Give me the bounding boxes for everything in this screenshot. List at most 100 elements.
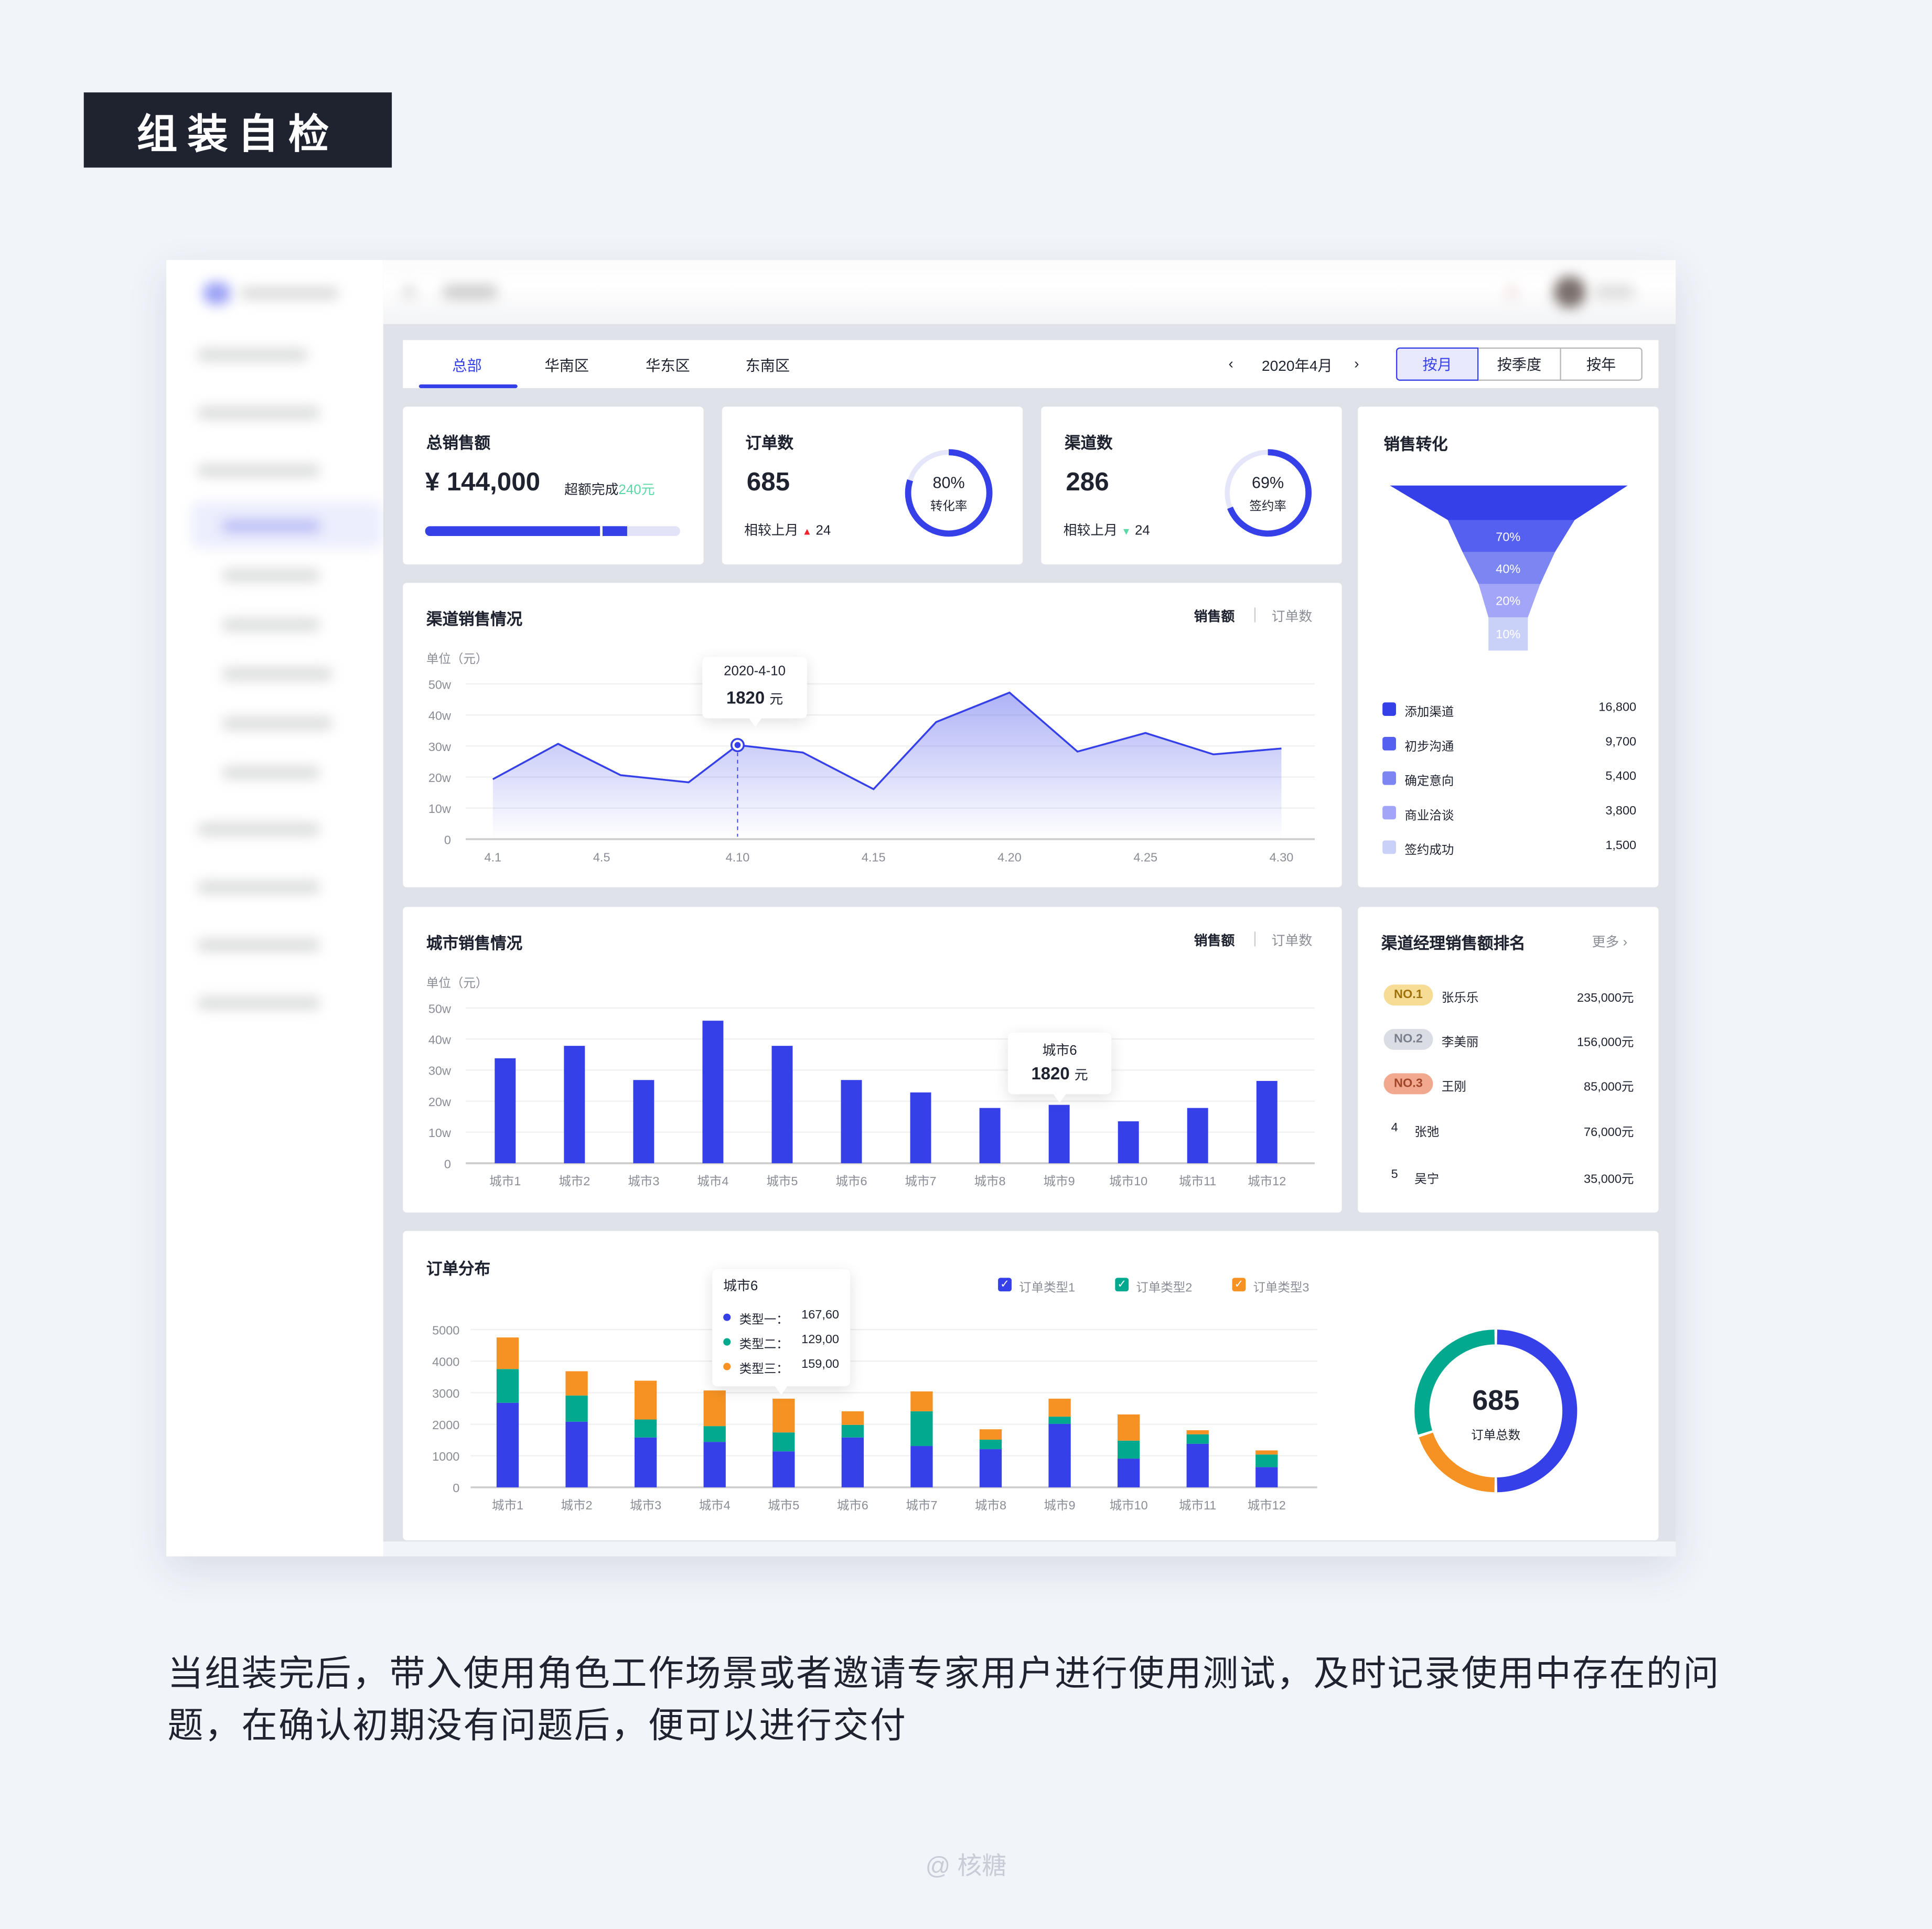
- tab-hq[interactable]: 总部: [452, 355, 481, 376]
- sidebar-item[interactable]: [221, 618, 320, 631]
- sidebar-item[interactable]: [221, 668, 333, 680]
- stacked-bar-segment: [703, 1426, 726, 1442]
- stacked-bar-segment: [1255, 1454, 1278, 1467]
- x-tick-label: 4.20: [997, 850, 1022, 864]
- x-tick-label: 城市4: [697, 1174, 728, 1188]
- city-sales-card: 城市销售情况 销售额 订单数 单位（元） 0 10w 20w 30w 40w 50w 城市1…: [403, 907, 1342, 1213]
- x-tick-label: 城市11: [1179, 1174, 1216, 1188]
- x-tick-label: 城市9: [1044, 1498, 1076, 1512]
- sidebar-item[interactable]: [197, 348, 308, 361]
- x-tick-label: 城市6: [835, 1174, 867, 1188]
- tooltip-row-label: 类型二：: [739, 1338, 789, 1352]
- y-tick-label: 10w: [428, 802, 452, 816]
- tab-active-indicator: [418, 384, 518, 389]
- date-label: 2020年4月: [1261, 357, 1333, 375]
- sidebar-item[interactable]: [197, 464, 320, 477]
- avatar[interactable]: [1553, 276, 1586, 308]
- ring-value: 80%: [932, 473, 965, 492]
- kpi-compare: 相较上月 ▲ 24: [744, 520, 831, 540]
- legend-swatch: [1382, 840, 1396, 854]
- donut-total: 685: [1472, 1384, 1520, 1416]
- logo-icon: [203, 282, 231, 305]
- stacked-bar-segment: [910, 1391, 933, 1411]
- kpi-total-sales: 总销售额 ¥ 144,000 超额完成240元: [403, 406, 704, 565]
- bar: [495, 1058, 516, 1163]
- sidebar-item[interactable]: [221, 520, 320, 532]
- y-tick-label: 1000: [432, 1450, 459, 1463]
- x-tick-label: 城市2: [559, 1174, 590, 1188]
- signing-ring: [1224, 449, 1312, 537]
- period-quarter-button[interactable]: 按季度: [1478, 347, 1561, 381]
- y-tick-label: 30w: [428, 1064, 452, 1078]
- stacked-bar-segment: [841, 1424, 864, 1438]
- x-tick-label: 城市8: [975, 1498, 1006, 1512]
- y-tick-label: 2000: [432, 1418, 459, 1432]
- bar: [1187, 1108, 1208, 1163]
- sidebar-item[interactable]: [221, 766, 320, 779]
- tab-southeast[interactable]: 东南区: [745, 355, 790, 376]
- rank-amount: 35,000元: [1584, 1173, 1634, 1187]
- x-tick-label: 城市7: [905, 1174, 937, 1188]
- ring-label: 签约率: [1249, 500, 1286, 514]
- notification-icon[interactable]: [1507, 284, 1517, 299]
- kpi-title: 渠道数: [1064, 434, 1113, 453]
- period-year-button[interactable]: 按年: [1560, 347, 1643, 381]
- page: 组装自检 总部 华南区 华东区 东南区 ‹ 2020年4月 › 按月 按季度 按…: [0, 0, 1932, 1928]
- user-name: [1593, 284, 1635, 299]
- channel-sales-card: 渠道销售情况 销售额 订单数 单位（元） 0 10w 20w 30w 40w 50w 4.1…: [403, 583, 1342, 887]
- x-tick-label: 4.5: [593, 850, 610, 864]
- more-link[interactable]: 更多 ›: [1592, 931, 1628, 951]
- tooltip-number: 1820: [726, 688, 765, 708]
- tab-south[interactable]: 华南区: [544, 355, 589, 376]
- ring-label: 转化率: [930, 500, 968, 514]
- legend-label: 签约成功: [1404, 844, 1454, 858]
- sidebar-item[interactable]: [197, 406, 320, 419]
- rank-amount: 156,000元: [1576, 1036, 1634, 1050]
- y-tick-label: 0: [444, 1157, 451, 1171]
- stacked-bar-segment: [1117, 1414, 1140, 1441]
- sidebar-item[interactable]: [197, 939, 320, 951]
- chevron-right-icon[interactable]: ›: [1354, 355, 1359, 372]
- x-tick-label: 城市12: [1248, 1174, 1286, 1188]
- funnel-level-pct: 10%: [1496, 627, 1520, 641]
- chevron-left-icon[interactable]: ‹: [1228, 355, 1233, 372]
- x-tick-label: 城市10: [1109, 1174, 1147, 1188]
- legend-value: 9,700: [1605, 735, 1637, 749]
- stacked-bar-segment: [979, 1429, 1002, 1440]
- y-tick-label: 5000: [432, 1324, 459, 1337]
- sidebar-item[interactable]: [221, 717, 333, 730]
- sidebar-item[interactable]: [221, 569, 320, 582]
- top-header: [383, 260, 1676, 324]
- stacked-bar-segment: [634, 1380, 657, 1420]
- rank-badge: NO.3: [1383, 1073, 1433, 1095]
- stacked-bar-segment: [496, 1402, 519, 1487]
- x-tick-label: 城市7: [906, 1498, 937, 1512]
- x-tick-label: 城市8: [974, 1174, 1006, 1188]
- x-tick-label: 城市9: [1044, 1174, 1075, 1188]
- rank-amount: 76,000元: [1584, 1126, 1634, 1140]
- sidebar-item[interactable]: [197, 996, 320, 1010]
- tooltip-unit: 元: [1074, 1068, 1088, 1084]
- rank-amount: 85,000元: [1584, 1080, 1634, 1095]
- compare-delta: 24: [815, 523, 831, 539]
- period-month-button[interactable]: 按月: [1396, 347, 1479, 381]
- stacked-bar-segment: [1048, 1417, 1071, 1424]
- tab-east[interactable]: 华东区: [646, 355, 690, 376]
- y-tick-label: 0: [453, 1481, 459, 1495]
- kpi-note-label: 超额完成: [564, 483, 619, 498]
- bar: [564, 1046, 585, 1163]
- tooltip-row-value: 129,00: [801, 1333, 840, 1347]
- legend-value: 3,800: [1605, 805, 1637, 819]
- legend-swatch: [1382, 702, 1396, 716]
- stacked-bar-segment: [1048, 1423, 1071, 1487]
- y-tick-label: 50w: [428, 1002, 452, 1015]
- x-tick-label: 4.10: [726, 850, 750, 864]
- y-tick-label: 3000: [432, 1387, 459, 1400]
- sidebar-item[interactable]: [197, 823, 320, 835]
- sidebar-item[interactable]: [197, 881, 320, 894]
- stacked-bar-segment: [1117, 1440, 1140, 1459]
- menu-toggle-icon[interactable]: [403, 284, 415, 299]
- rank-number: 4: [1391, 1121, 1398, 1135]
- chevron-right-icon: ›: [1623, 935, 1628, 950]
- legend-value: 5,400: [1605, 770, 1637, 784]
